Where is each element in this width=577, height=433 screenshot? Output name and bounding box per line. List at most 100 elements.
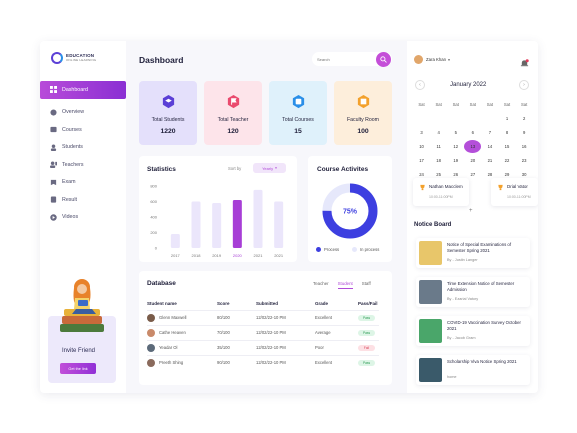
notice-item[interactable]: Scholarship Viva Notice Spring 2021 home xyxy=(416,355,530,385)
event-card[interactable]: Nathan Macclem 10:00-11:00PM xyxy=(413,178,469,206)
sidebar-item-label: Teachers xyxy=(62,161,84,168)
table-row[interactable]: Preeth Shing 90/100 12/02/22-10 PM Excellen… xyxy=(147,354,379,370)
stat-card-faculty-room[interactable]: Faculty Room 100 xyxy=(334,81,392,145)
calendar-day[interactable]: 23 xyxy=(516,158,533,163)
user-menu[interactable]: Zara Khan ▾ xyxy=(414,55,450,64)
trophy-icon xyxy=(420,184,425,191)
search-button[interactable] xyxy=(376,52,391,67)
avatar xyxy=(147,328,155,337)
legend-process: Process xyxy=(316,247,339,252)
event-card[interactable]: Drial Vator 10:00-11:00PM xyxy=(491,178,538,206)
calendar-day[interactable]: 16 xyxy=(516,144,533,149)
sidebar-item-label: Result xyxy=(62,196,78,203)
status-badge: Pass xyxy=(358,329,375,336)
sort-select[interactable]: Yearly ▾ xyxy=(253,163,286,173)
cell-name: Glenn Maxwell xyxy=(147,309,217,325)
student-icon xyxy=(49,143,57,151)
add-event-button[interactable]: + xyxy=(469,208,473,214)
grid-icon xyxy=(49,86,57,94)
column-header[interactable]: Grade xyxy=(315,298,358,310)
notice-item[interactable]: Notice of Special Examinations of Semest… xyxy=(416,238,530,268)
calendar-day[interactable]: 28 xyxy=(481,172,498,177)
bar[interactable] xyxy=(253,189,263,248)
notice-title: COVID-19 Vaccination Survey October 2021 xyxy=(447,320,521,331)
sidebar-item-overview[interactable]: Overview xyxy=(40,104,126,122)
calendar-day[interactable]: 22 xyxy=(498,158,515,163)
calendar-day[interactable]: 19 xyxy=(447,158,464,163)
calendar-day[interactable]: 20 xyxy=(464,158,481,163)
table-row[interactable]: Glenn Maxwell 80/100 12/02/22-10 PM Excelle… xyxy=(147,309,379,325)
notification-bell-icon[interactable] xyxy=(520,55,529,67)
sidebar-item-videos[interactable]: Videos xyxy=(40,209,126,227)
stat-card-total-students[interactable]: Total Students 1220 xyxy=(139,81,197,145)
calendar-day[interactable]: 30 xyxy=(516,172,533,177)
notice-item[interactable]: COVID-19 Vaccination Survey October 2021… xyxy=(416,316,530,346)
sidebar-item-courses[interactable]: Courses xyxy=(40,121,126,139)
calendar-day[interactable]: 8 xyxy=(498,130,515,135)
calendar-day[interactable]: 27 xyxy=(464,172,481,177)
hexagon-icon xyxy=(161,94,176,109)
sidebar-item-students[interactable]: Students xyxy=(40,139,126,157)
pie-icon xyxy=(49,108,57,116)
student-name: Preeth Shing xyxy=(159,359,184,365)
calendar-day[interactable]: 3 xyxy=(413,130,430,135)
get-link-button[interactable]: Get the link xyxy=(60,363,96,374)
y-tick-label: 800 xyxy=(150,184,157,189)
flag-icon xyxy=(226,94,241,109)
calendar-next-button[interactable]: › xyxy=(519,80,529,90)
tab-staff[interactable]: Staff xyxy=(362,281,371,289)
column-header[interactable]: Submitted xyxy=(256,298,315,310)
notice-item[interactable]: Time Extension Notice of Semester Admiss… xyxy=(416,277,530,307)
calendar-day[interactable]: 14 xyxy=(481,144,498,149)
sidebar-item-result[interactable]: Result xyxy=(40,191,126,209)
calendar-day[interactable]: 12 xyxy=(447,144,464,149)
stat-card-total-teacher[interactable]: Total Teacher 120 xyxy=(204,81,262,145)
notice-author: By - Ezarial Vatory xyxy=(447,297,479,301)
room-icon xyxy=(356,94,371,109)
status-badge: Pass xyxy=(358,359,375,366)
sidebar-item-teachers[interactable]: Teachers xyxy=(40,156,126,174)
column-header[interactable]: Score xyxy=(217,298,256,310)
calendar-day[interactable]: 10 xyxy=(413,144,430,149)
search-input[interactable] xyxy=(317,56,367,62)
calendar-day[interactable]: 24 xyxy=(413,172,430,177)
stat-card-total-courses[interactable]: Total Courses 15 xyxy=(269,81,327,145)
event-name: Drial Vator xyxy=(507,184,528,189)
book-icon xyxy=(49,126,57,134)
calendar-prev-button[interactable]: ‹ xyxy=(415,80,425,90)
calendar-day[interactable]: 4 xyxy=(430,130,447,135)
calendar-day[interactable]: 21 xyxy=(481,158,498,163)
calendar-day[interactable]: 17 xyxy=(413,158,430,163)
column-header[interactable]: Student name xyxy=(147,298,217,310)
calendar-day[interactable]: 11 xyxy=(430,144,447,149)
avatar xyxy=(414,55,423,64)
bar[interactable] xyxy=(212,203,222,248)
table-row[interactable]: Yeadar Ol 35/100 12/02/22-10 PM Poor Fail xyxy=(147,339,379,355)
notice-author: home xyxy=(447,375,457,379)
column-header[interactable]: Pass/Fail xyxy=(358,298,379,310)
bar[interactable] xyxy=(274,201,284,249)
bar-highlighted[interactable] xyxy=(232,199,242,248)
notice-title: Notice of Special Examinations of Semest… xyxy=(447,242,512,253)
calendar-day[interactable]: 15 xyxy=(498,144,515,149)
calendar-day[interactable]: 7 xyxy=(481,130,498,135)
calendar-day[interactable]: 6 xyxy=(464,130,481,135)
bar[interactable] xyxy=(170,234,180,248)
sidebar-item-exam[interactable]: Exam xyxy=(40,174,126,192)
weekday-label: Sat xyxy=(469,101,476,107)
logo[interactable]: EDUCATION ONLINE LEARNING xyxy=(51,52,96,64)
tab-student[interactable]: Student xyxy=(337,281,353,289)
calendar-day[interactable]: 2 xyxy=(516,116,533,121)
calendar-day[interactable]: 29 xyxy=(498,172,515,177)
calendar-day[interactable]: 26 xyxy=(447,172,464,177)
calendar-day[interactable]: 5 xyxy=(447,130,464,135)
bar[interactable] xyxy=(191,201,201,249)
calendar-day[interactable]: 18 xyxy=(430,158,447,163)
sidebar-item-dashboard[interactable]: Dashboard xyxy=(40,81,126,99)
calendar-day-selected[interactable]: 13 xyxy=(464,139,482,153)
calendar-day[interactable]: 9 xyxy=(516,130,533,135)
calendar-day[interactable]: 25 xyxy=(430,172,447,177)
calendar-day[interactable]: 1 xyxy=(498,116,515,121)
table-row[interactable]: Cathe Heaven 70/100 12/02/22-10 PM Average P… xyxy=(147,324,379,340)
tab-teacher[interactable]: Teacher xyxy=(313,281,329,289)
